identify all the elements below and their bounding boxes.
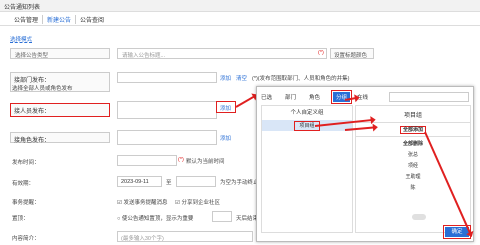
tab-bar: 公告管理 新建公告 公告查阅: [0, 13, 480, 26]
title-input[interactable]: 请输入公告标题...: [117, 48, 327, 59]
remind-option-2[interactable]: ☑ 分享到企业社区: [175, 198, 220, 206]
valid-from-field[interactable]: 2023-09-11: [117, 176, 162, 187]
group-list-title: 个人自定义组: [290, 110, 324, 116]
role-field[interactable]: [117, 130, 217, 145]
remind-label: 事务提醒：: [12, 200, 40, 206]
valid-to-text: 至: [166, 180, 172, 186]
member-item[interactable]: 项经: [356, 162, 470, 169]
select-dialog: 已选 部门 角色 分组 在线 个人自定义组 项目组 项目组 全部添加 全部删除 …: [256, 86, 474, 242]
remove-all-button[interactable]: 全部删除: [356, 140, 470, 147]
dept-hint: (*)(发布范围取部门、人员和角色的并集): [252, 76, 350, 82]
dept-clear-button[interactable]: 清空: [236, 74, 247, 82]
time-label: 发布时间：: [12, 160, 40, 166]
ok-button[interactable]: 确定: [443, 225, 471, 239]
person-field[interactable]: [117, 101, 217, 119]
summary-label: 内容简介：: [12, 236, 40, 242]
time-field[interactable]: [117, 155, 177, 166]
member-item[interactable]: 陈: [356, 184, 470, 191]
dept-field[interactable]: [117, 72, 217, 83]
person-label: 接人员发布：: [14, 109, 51, 115]
dept-select-all-link[interactable]: 选择全部人员或角色发布: [12, 84, 73, 92]
valid-hint: 为空为手动终止: [220, 180, 259, 186]
role-add-button[interactable]: 添加: [220, 134, 231, 142]
tab-new-announcement[interactable]: 新建公告: [43, 14, 77, 24]
role-label-box: 接角色发布：: [10, 132, 110, 144]
dialog-tab-role[interactable]: 角色: [309, 93, 320, 102]
dept-add-button[interactable]: 添加: [220, 74, 231, 82]
top-option[interactable]: ○ 使公告通知置顶，显示为重要: [117, 214, 193, 222]
role-label: 接角色发布：: [14, 138, 51, 144]
valid-label: 有效期：: [12, 181, 35, 187]
title-color-button[interactable]: 设置标题颜色: [330, 48, 374, 59]
tab-announcement-manage[interactable]: 公告管理: [10, 14, 44, 24]
time-note[interactable]: 默认为当前时间: [186, 157, 225, 165]
type-select[interactable]: 选择公告类型: [10, 48, 110, 59]
valid-to-field[interactable]: [176, 176, 216, 187]
remind-option-1[interactable]: ☑ 发送事务提醒消息: [117, 198, 167, 206]
window-title: 公告通知列表: [0, 0, 480, 12]
member-item[interactable]: 张总: [356, 151, 470, 158]
filter-mode-link[interactable]: 选择模式: [10, 35, 33, 43]
top-days-field[interactable]: [212, 211, 232, 222]
annotation-arrow-1: [235, 95, 256, 108]
dialog-search-input[interactable]: [389, 92, 469, 102]
dialog-tab-selected[interactable]: 已选: [261, 93, 272, 102]
tab-announcement-view[interactable]: 公告查阅: [76, 15, 108, 24]
summary-field[interactable]: (最多输入30个字): [117, 231, 253, 242]
time-required: (*): [178, 157, 184, 163]
person-add-highlight: [216, 101, 236, 113]
top-label: 置顶：: [12, 216, 29, 222]
person-label-box: 接人员发布：: [10, 103, 110, 117]
member-item[interactable]: 王助理: [356, 173, 470, 180]
top-suffix: 天后结束: [236, 216, 259, 222]
dialog-tab-dept[interactable]: 部门: [285, 93, 296, 102]
member-toggle[interactable]: [412, 214, 426, 220]
title-required-mark: (*): [318, 50, 324, 56]
